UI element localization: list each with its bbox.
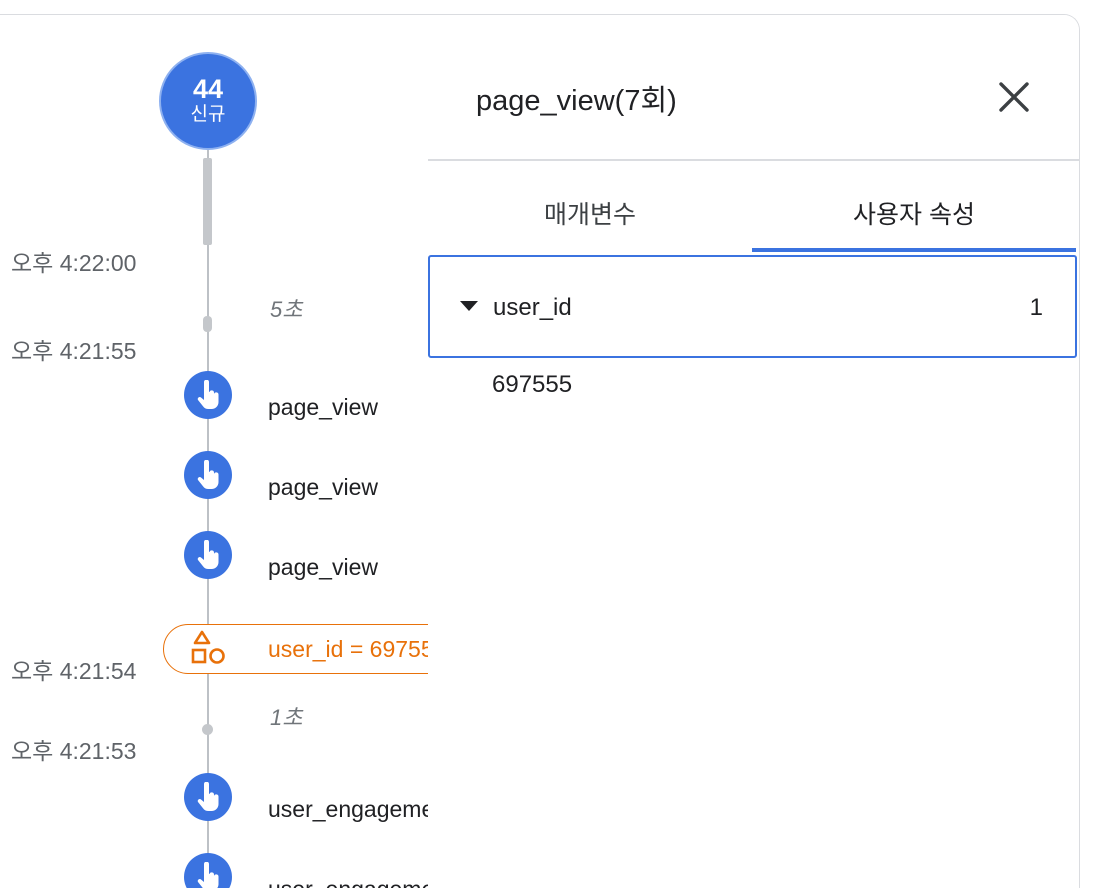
timeline-dot xyxy=(202,724,213,735)
user-property-label: user_id = 697555 xyxy=(268,636,430,662)
close-icon xyxy=(999,82,1029,112)
touch-icon[interactable] xyxy=(184,451,232,499)
session-badge[interactable]: 44 신규 xyxy=(159,52,257,150)
event-label[interactable]: page_view xyxy=(268,474,378,501)
session-label: 신규 xyxy=(190,104,226,125)
touch-icon[interactable] xyxy=(184,371,232,419)
event-label[interactable]: page_view xyxy=(268,554,378,581)
event-label[interactable]: user_engagement xyxy=(268,796,430,823)
timeline-gap-marker xyxy=(203,158,212,245)
touch-icon[interactable] xyxy=(184,531,232,579)
panel-divider xyxy=(428,159,1079,161)
event-detail-panel: page_view(7회) 매개변수 사용자 속성 user_id 1 6975… xyxy=(428,15,1079,888)
session-count: 44 xyxy=(192,74,224,104)
user-property-event[interactable]: user_id = 697555 xyxy=(163,624,430,674)
timeline-gap-marker xyxy=(203,316,212,332)
caret-down-icon[interactable] xyxy=(460,301,478,311)
duration-label: 1초 xyxy=(270,705,303,730)
property-row-user-id[interactable]: user_id 1 xyxy=(428,255,1077,358)
time-label: 오후 4:21:54 xyxy=(11,658,137,684)
property-count: 1 xyxy=(1029,294,1043,321)
time-label: 오후 4:21:53 xyxy=(11,738,137,764)
time-label: 오후 4:21:55 xyxy=(11,338,137,364)
shapes-icon xyxy=(191,630,225,664)
tab-parameters[interactable]: 매개변수 xyxy=(428,195,752,231)
event-label[interactable]: page_view xyxy=(268,394,378,421)
selected-tab-indicator xyxy=(752,248,1076,252)
event-detail-card: 44 신규 오후 4:22:00 5초 오후 4:21:55 page_view… xyxy=(0,14,1080,888)
close-button[interactable] xyxy=(994,77,1034,117)
duration-label: 5초 xyxy=(270,297,303,322)
event-label[interactable]: user_engagement xyxy=(268,876,430,888)
panel-title: page_view(7회) xyxy=(476,85,677,117)
property-name: user_id xyxy=(493,294,572,321)
user-timeline: 44 신규 오후 4:22:00 5초 오후 4:21:55 page_view… xyxy=(0,15,430,888)
property-value: 697555 xyxy=(492,371,573,398)
touch-icon[interactable] xyxy=(184,853,232,888)
touch-icon[interactable] xyxy=(184,773,232,821)
time-label: 오후 4:22:00 xyxy=(11,250,137,276)
tab-user-properties[interactable]: 사용자 속성 xyxy=(752,195,1076,231)
